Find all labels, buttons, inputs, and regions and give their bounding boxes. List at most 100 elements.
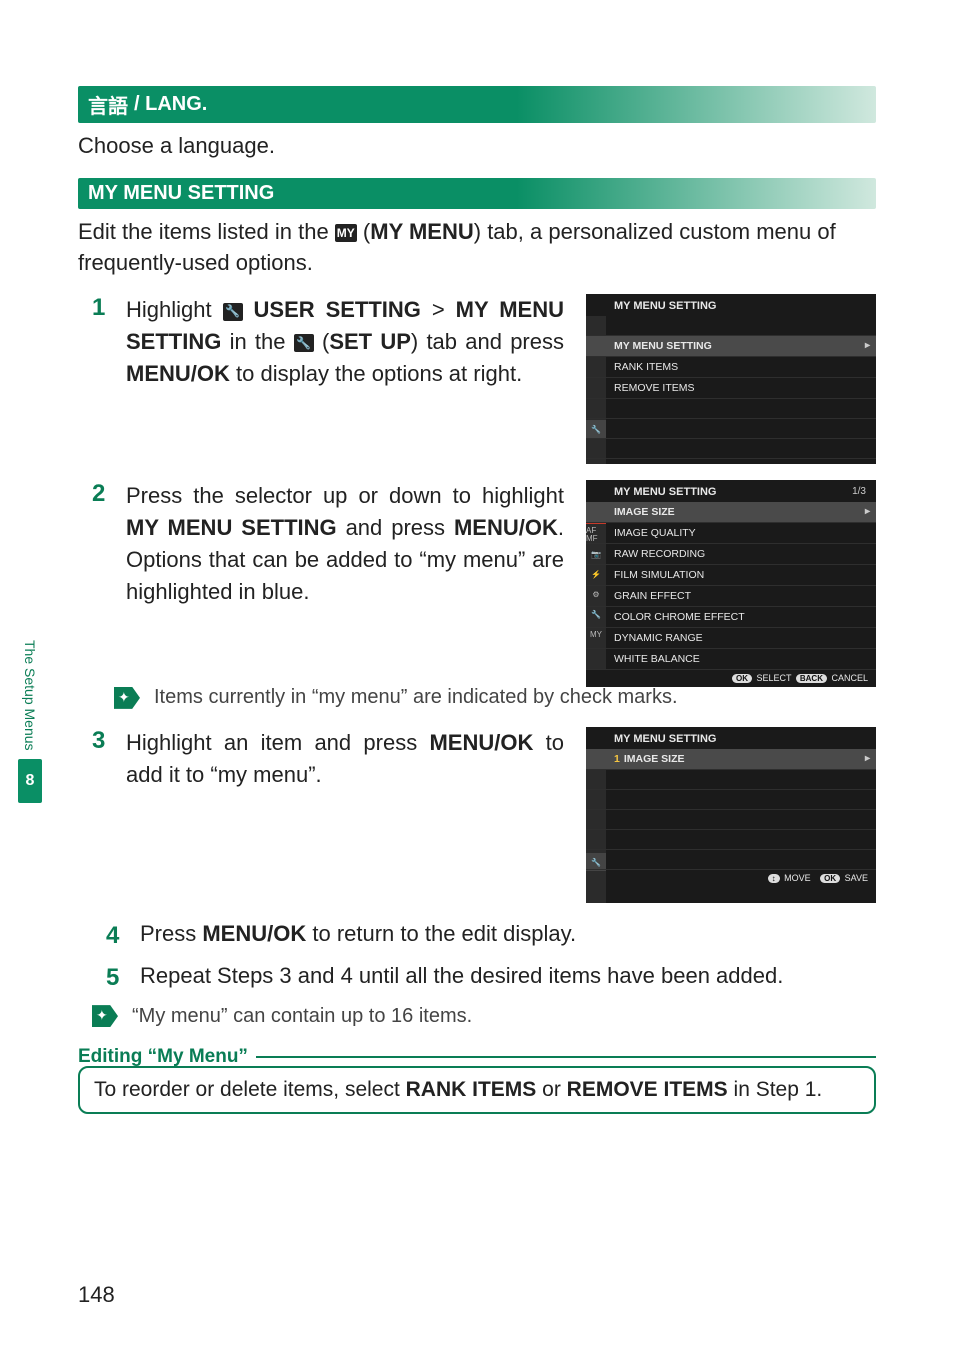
editing-body: To reorder or delete items, select RANK … (78, 1066, 876, 1114)
section-header-lang: 言語 / LANG. (78, 86, 876, 123)
eb-b1: RANK ITEMS (406, 1078, 537, 1101)
lcd3-move-icon: ↕ (768, 874, 780, 883)
lcd3-ok-btn: OK (820, 874, 840, 883)
eb-1: To reorder or delete items, select (94, 1078, 406, 1101)
lcd2-row-0: IMAGE SIZE (586, 502, 876, 523)
lcd3-move: MOVE (784, 873, 811, 883)
lcd2-cancel: CANCEL (831, 673, 868, 683)
lcd3-footer: ↕ MOVE OK SAVE (586, 870, 876, 887)
s1-t2: > (421, 297, 456, 322)
lcd1-empty-row (586, 316, 876, 336)
s1-b1: USER SETTING (254, 297, 421, 322)
lang-kanji: 言語 (88, 90, 128, 119)
lcd2-row-6: DYNAMIC RANGE (586, 628, 876, 649)
s1-t5: to display the options at right. (230, 361, 522, 386)
note-icon-2 (92, 1005, 118, 1027)
lcd3-title: MY MENU SETTING (586, 727, 876, 749)
side-tab-label: The Setup Menus (22, 640, 38, 751)
my-tab-icon: MY (335, 224, 357, 242)
eb-b2: REMOVE ITEMS (567, 1078, 728, 1101)
eb-3: in Step 1. (728, 1078, 823, 1101)
lcd2-row-7: WHITE BALANCE (586, 649, 876, 670)
note-1-text: Items currently in “my menu” are indicat… (154, 686, 678, 709)
lcd2-page: 1/3 (852, 486, 866, 497)
s1-b4: MENU/OK (126, 361, 230, 386)
lcd2-row-3: FILM SIMULATION (586, 565, 876, 586)
note-icon (114, 687, 140, 709)
lcd1-row-0: MY MENU SETTING (586, 336, 876, 357)
step-4: 4 Press MENU/OK to return to the edit di… (106, 919, 876, 953)
lcd3-e1 (586, 770, 876, 790)
lcd-screenshot-3: 🔧 MY MENU SETTING 1IMAGE SIZE ↕ MOVE (586, 727, 876, 903)
step-3-body: Highlight an item and press MENU/OK to a… (126, 727, 564, 791)
note-2-text: “My menu” can contain up to 16 items. (132, 1005, 472, 1028)
step-4-body: Press MENU/OK to return to the edit disp… (140, 919, 576, 953)
step-3: 3 Highlight an item and press MENU/OK to… (92, 727, 876, 903)
s4-t1: Press (140, 921, 202, 946)
editing-box: Editing “My Menu” To reorder or delete i… (78, 1046, 876, 1114)
note-1: Items currently in “my menu” are indicat… (114, 686, 876, 709)
lcd-screenshot-2: 1/3 I.Q. AF MF 📷 ⚡ ⚙ 🔧 MY MY MENU SETTIN… (586, 480, 876, 670)
lcd1-row-2: REMOVE ITEMS (586, 378, 876, 399)
s2-b1: MY MENU SETTING (126, 515, 337, 540)
lcd1-empty-row3 (586, 419, 876, 439)
section-header-mymenu: MY MENU SETTING (78, 178, 876, 209)
step-4-num: 4 (106, 919, 128, 953)
s1-t1: Highlight (126, 297, 223, 322)
lcd3-e3 (586, 810, 876, 830)
lcd2-row-4: GRAIN EFFECT (586, 586, 876, 607)
eb-2: or (536, 1078, 566, 1101)
s4-t2: to return to the edit display. (306, 921, 576, 946)
lcd3-row-0: 1 IMAGE SIZE (586, 749, 876, 770)
lcd2-row-5: COLOR CHROME EFFECT (586, 607, 876, 628)
lang-body: Choose a language. (78, 131, 876, 162)
mymenu-intro: Edit the items listed in the MY (MY MENU… (78, 217, 876, 279)
s3-t1: Highlight an item and press (126, 730, 429, 755)
lcd2-ok-btn: OK (732, 674, 752, 683)
step-2-body: Press the selector up or down to highlig… (126, 480, 564, 608)
wrench-icon-2: 🔧 (294, 334, 314, 352)
step-1-body: Highlight 🔧 USER SETTING > MY MENU SETTI… (126, 294, 564, 390)
step-2: 2 Press the selector up or down to highl… (92, 480, 876, 670)
lcd2-row-1: IMAGE QUALITY (586, 523, 876, 544)
s1-t3: in the (221, 329, 293, 354)
step-2-num: 2 (92, 480, 114, 670)
editing-title: Editing “My Menu” (78, 1046, 258, 1068)
intro-text-1: Edit the items listed in the (78, 219, 335, 244)
page-number: 148 (78, 1282, 115, 1308)
lcd2-select: SELECT (756, 673, 791, 683)
note-2: “My menu” can contain up to 16 items. (92, 1005, 876, 1028)
lcd3-row-text: IMAGE SIZE (624, 753, 685, 765)
editing-rule (256, 1056, 876, 1058)
side-tab: The Setup Menus 8 (18, 640, 42, 900)
lcd2-back-btn: BACK (796, 674, 827, 683)
lcd3-save: SAVE (845, 873, 868, 883)
lcd3-e5 (586, 850, 876, 870)
lang-title: / LANG. (134, 93, 207, 116)
step-5-body: Repeat Steps 3 and 4 until all the desir… (140, 961, 783, 995)
s2-t1: Press the selector up or down to highlig… (126, 483, 564, 508)
lcd3-e2 (586, 790, 876, 810)
wrench-icon: 🔧 (223, 303, 243, 321)
s4-b1: MENU/OK (202, 921, 306, 946)
step-1: 1 Highlight 🔧 USER SETTING > MY MENU SET… (92, 294, 876, 464)
lcd2-footer: OK SELECT BACK CANCEL (586, 670, 876, 687)
lcd3-e4 (586, 830, 876, 850)
s3-b1: MENU/OK (429, 730, 533, 755)
s2-b2: MENU/OK (454, 515, 558, 540)
s2-t2: and press (337, 515, 454, 540)
step-1-num: 1 (92, 294, 114, 464)
lcd1-row-1: RANK ITEMS (586, 357, 876, 378)
s1-t4: ) tab and press (411, 329, 564, 354)
lcd1-empty-row4 (586, 439, 876, 459)
step-5: 5 Repeat Steps 3 and 4 until all the des… (106, 961, 876, 995)
lcd1-title: MY MENU SETTING (586, 294, 876, 316)
chapter-badge: 8 (18, 759, 42, 803)
lcd1-empty-row2 (586, 399, 876, 419)
s1-b3: SET UP (329, 329, 411, 354)
lcd3-row-num: 1 (614, 753, 620, 765)
intro-bold: MY MENU (370, 219, 474, 244)
lcd2-row-2: RAW RECORDING (586, 544, 876, 565)
step-3-num: 3 (92, 727, 114, 903)
lcd2-title: MY MENU SETTING (586, 480, 876, 502)
